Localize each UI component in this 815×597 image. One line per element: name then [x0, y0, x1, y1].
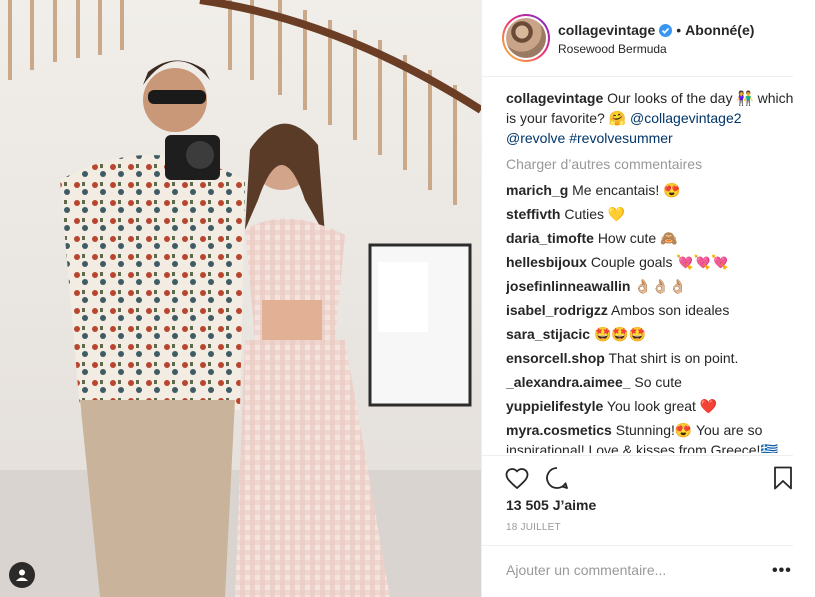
more-options-button[interactable]: •••	[772, 562, 792, 580]
comment-text: Ambos son ideales	[611, 302, 730, 318]
comment-username[interactable]: daria_timofte	[506, 230, 594, 246]
comment-username[interactable]: marich_g	[506, 182, 568, 198]
comment-row: steffivth Cuties 💛	[506, 204, 794, 224]
header-username[interactable]: collagevintage	[558, 22, 655, 38]
comment-row: daria_timofte How cute 🙈	[506, 228, 794, 248]
comment-row: isabel_rodrigzz Ambos son ideales	[506, 300, 794, 320]
follow-status-button[interactable]: Abonné(e)	[685, 22, 754, 38]
comment-text: Couple goals 💘💘💘	[590, 254, 729, 270]
comment-items: marich_g Me encantais! 😍 steffivth Cuties…	[506, 180, 794, 453]
comment-username[interactable]: isabel_rodrigzz	[506, 302, 608, 318]
load-more-comments-button[interactable]: Charger d’autres commentaires	[506, 154, 794, 174]
comment-text: How cute 🙈	[597, 230, 678, 246]
comment-row: sara_stijacic 🤩🤩🤩	[506, 324, 794, 344]
comment-username[interactable]: josefinlinneawallin	[506, 278, 630, 294]
comment-text: 🤩🤩🤩	[593, 326, 647, 342]
comment-username[interactable]: yuppielifestyle	[506, 398, 603, 414]
bookmark-icon[interactable]	[770, 465, 796, 491]
heart-icon[interactable]	[504, 465, 530, 491]
comment-username[interactable]: _alexandra.aimee_	[506, 374, 631, 390]
post-caption: collagevintage Our looks of the day 👫 wh…	[506, 88, 794, 148]
avatar[interactable]	[502, 14, 550, 62]
post-date[interactable]: 18 JUILLET	[506, 522, 561, 533]
caption-mention[interactable]: @collagevintage2	[630, 110, 742, 126]
comment-row: marich_g Me encantais! 😍	[506, 180, 794, 200]
comment-row: josefinlinneawallin 👌🏼👌🏼👌🏼	[506, 276, 794, 296]
caption-hashtag[interactable]: #revolvesummer	[569, 130, 672, 146]
comment-bubble-icon[interactable]	[544, 465, 570, 491]
post-photo[interactable]	[0, 0, 481, 597]
comment-username[interactable]: myra.cosmetics	[506, 422, 612, 438]
comment-row: myra.cosmetics Stunning!😍 You are so ins…	[506, 420, 794, 453]
comment-username[interactable]: hellesbijoux	[506, 254, 587, 270]
post-image	[0, 0, 481, 597]
location-link[interactable]: Rosewood Bermuda	[558, 42, 667, 56]
post-header: collagevintage • Abonné(e) Rosewood Berm…	[482, 0, 793, 77]
verified-badge-icon	[659, 23, 673, 37]
comment-row: hellesbijoux Couple goals 💘💘💘	[506, 252, 794, 272]
likes-count[interactable]: 13 505 J’aime	[506, 497, 596, 513]
header-separator: •	[676, 22, 682, 38]
header-line: collagevintage • Abonné(e)	[558, 22, 754, 38]
comment-text: 👌🏼👌🏼👌🏼	[634, 278, 687, 294]
comment-input[interactable]	[506, 562, 746, 578]
user-tag-icon[interactable]	[9, 562, 35, 588]
comments-list[interactable]: collagevintage Our looks of the day 👫 wh…	[506, 88, 794, 453]
comment-row: ensorcell.shop That shirt is on point.	[506, 348, 794, 368]
caption-username[interactable]: collagevintage	[506, 90, 603, 106]
comment-username[interactable]: steffivth	[506, 206, 560, 222]
comment-row: _alexandra.aimee_ So cute	[506, 372, 794, 392]
comment-text: Me encantais! 😍	[572, 182, 681, 198]
comment-text: Cuties 💛	[564, 206, 626, 222]
comment-text: That shirt is on point.	[608, 350, 739, 366]
comment-username[interactable]: ensorcell.shop	[506, 350, 605, 366]
comment-text: You look great ❤️	[606, 398, 718, 414]
comment-text: So cute	[634, 374, 682, 390]
caption-mention-2[interactable]: @revolve	[506, 130, 565, 146]
comment-username[interactable]: sara_stijacic	[506, 326, 590, 342]
post-side-panel: collagevintage • Abonné(e) Rosewood Berm…	[481, 0, 815, 597]
add-comment-bar: •••	[482, 545, 793, 597]
comment-row: yuppielifestyle You look great ❤️	[506, 396, 794, 416]
action-bar	[482, 455, 793, 499]
